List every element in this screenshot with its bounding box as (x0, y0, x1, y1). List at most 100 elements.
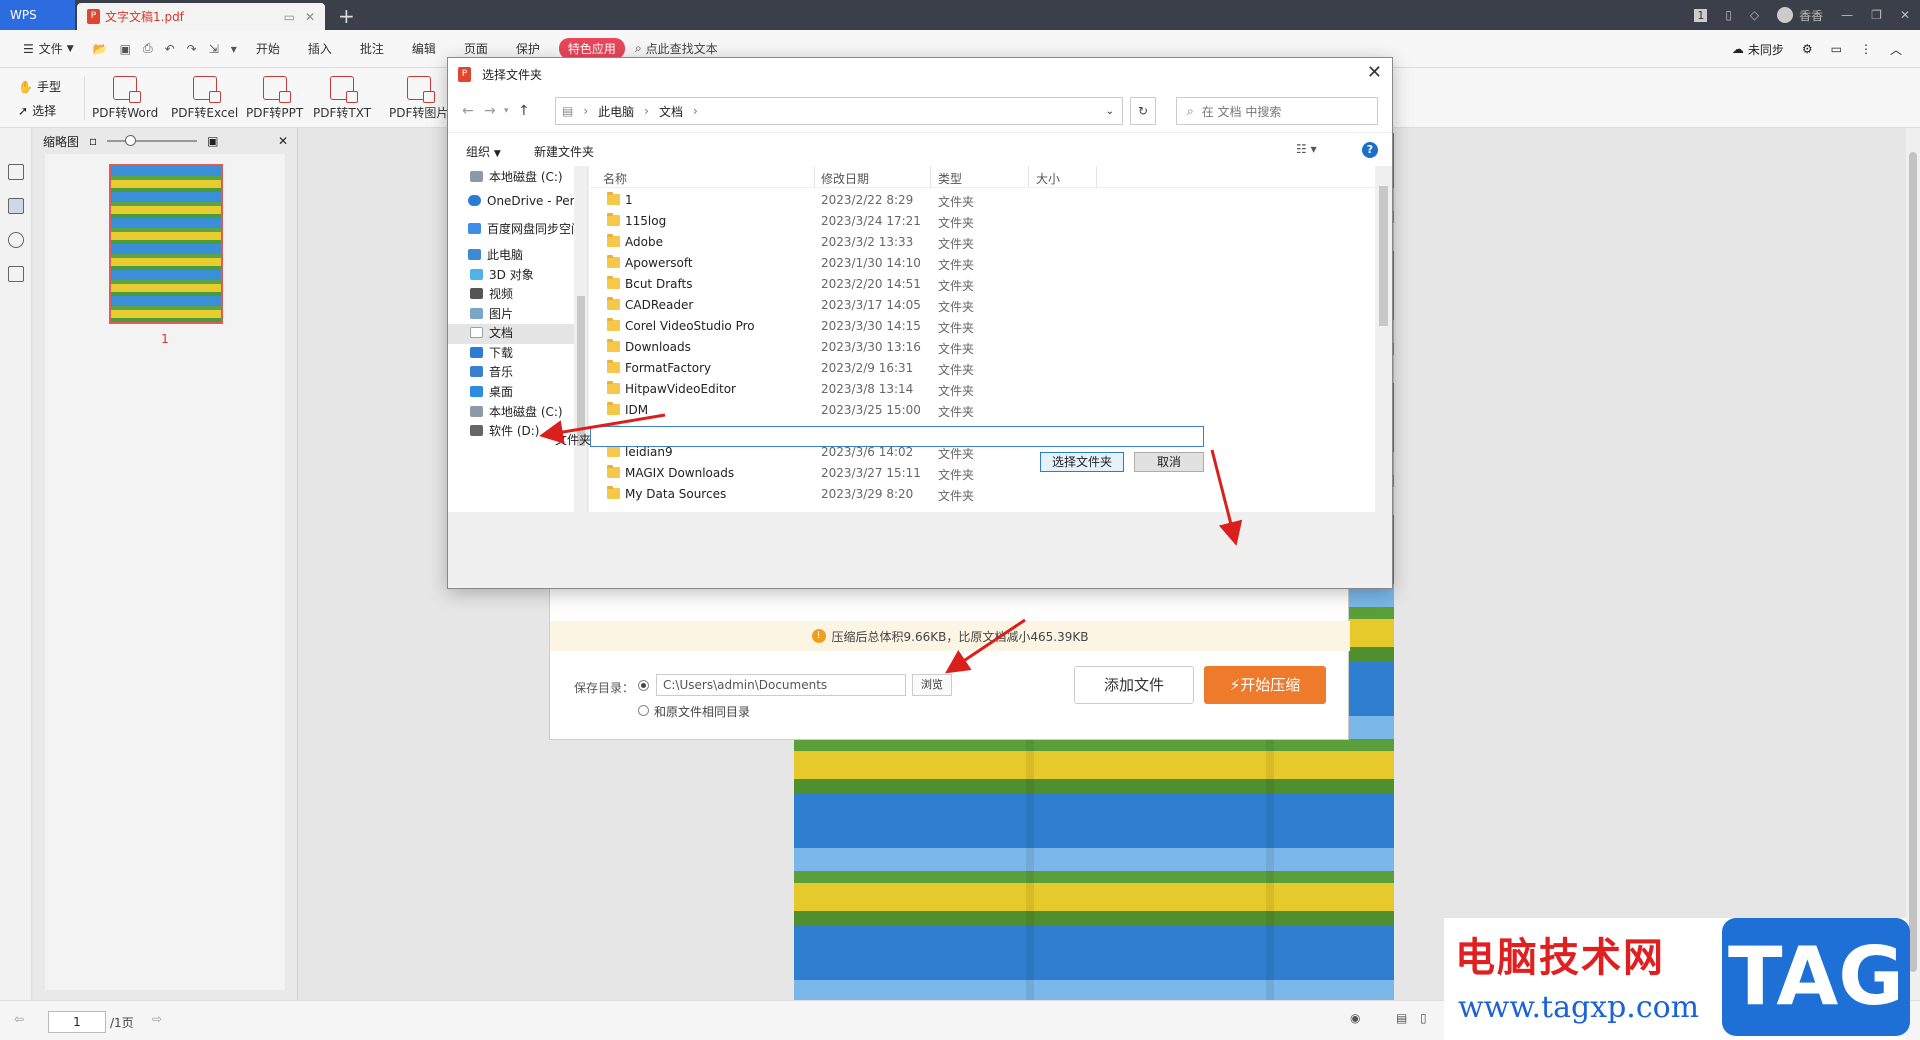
comment-icon[interactable]: ▭ (1831, 42, 1842, 56)
new-tab-button[interactable]: + (338, 4, 355, 28)
wps-home-tab[interactable]: WPS (0, 0, 75, 30)
document-tab[interactable]: P 文字文稿1.pdf ▭ ✕ (77, 3, 325, 30)
browse-button[interactable]: 浏览 (912, 674, 952, 696)
nav-item-local-disk-c[interactable]: 本地磁盘 (C:) (448, 168, 574, 188)
file-row[interactable]: Apowersoft 2023/1/30 14:10 文件夹 (589, 255, 1375, 272)
save-dir-radio[interactable] (638, 680, 649, 691)
file-list-scrollbar[interactable] (1375, 166, 1392, 512)
single-page-icon[interactable]: ▯ (1420, 1011, 1427, 1025)
column-divider[interactable] (814, 166, 815, 188)
collapse-ribbon-icon[interactable]: ︿ (1890, 41, 1902, 58)
menu-special-apps[interactable]: 特色应用 (558, 38, 625, 59)
zoom-in-icon[interactable]: ▣ (207, 134, 218, 148)
window-layout-icon[interactable]: ▯ (1725, 8, 1732, 22)
column-size[interactable]: 大小 (1036, 170, 1060, 187)
zoom-slider[interactable] (107, 135, 198, 146)
file-row[interactable]: 1 2023/2/22 8:29 文件夹 (589, 192, 1375, 209)
file-row[interactable]: IDM 2023/3/25 15:00 文件夹 (589, 402, 1375, 419)
pdf-to-txt-button[interactable]: PDF转TXT (313, 76, 371, 121)
zoom-slider-handle[interactable] (125, 135, 137, 146)
select-folder-button[interactable]: 选择文件夹 (1040, 452, 1124, 472)
nav-item-downloads[interactable]: 下载 (448, 344, 574, 364)
nav-item-local-disk-c-2[interactable]: 本地磁盘 (C:) (448, 403, 574, 423)
nav-item-3d-objects[interactable]: 3D 对象 (448, 266, 574, 286)
document-scrollbar-thumb[interactable] (1909, 152, 1917, 972)
document-scrollbar[interactable] (1906, 128, 1920, 1000)
thumbnail-icon[interactable] (8, 198, 24, 214)
print-icon[interactable]: ⎙ (143, 41, 153, 56)
nav-item-documents[interactable]: 文档 (448, 324, 574, 344)
back-arrow-icon[interactable]: ← (462, 103, 474, 119)
column-divider[interactable] (1096, 166, 1097, 188)
help-icon[interactable]: ? (1362, 142, 1378, 158)
dialog-close-icon[interactable]: ✕ (1367, 62, 1382, 83)
organize-button[interactable]: 组织 ▼ (466, 143, 501, 160)
file-row[interactable]: MAGIX Downloads 2023/3/27 15:11 文件夹 (589, 465, 1375, 482)
add-file-button[interactable]: 添加文件 (1074, 666, 1194, 704)
nav-pane-scrollbar[interactable] (574, 166, 587, 512)
file-row[interactable]: HitpawVideoEditor 2023/3/8 13:14 文件夹 (589, 381, 1375, 398)
folder-search-input[interactable]: ⌕ 在 文档 中搜索 (1176, 97, 1378, 125)
bookmark-icon[interactable] (8, 232, 24, 248)
file-row[interactable]: Corel VideoStudio Pro 2023/3/30 14:15 文件夹 (589, 318, 1375, 335)
eye-icon[interactable]: ◉ (1350, 1011, 1360, 1025)
menu-page[interactable]: 页面 (455, 40, 497, 57)
skin-icon[interactable]: ◇ (1750, 8, 1759, 22)
nav-item-videos[interactable]: 视频 (448, 285, 574, 305)
menu-insert[interactable]: 插入 (299, 40, 341, 57)
new-folder-button[interactable]: 新建文件夹 (534, 143, 594, 160)
column-divider[interactable] (930, 166, 931, 188)
nav-item-baidu[interactable]: 百度网盘同步空间 (448, 220, 574, 240)
pdf-to-excel-button[interactable]: PDF转Excel (171, 76, 238, 121)
file-row[interactable]: CADReader 2023/3/17 14:05 文件夹 (589, 297, 1375, 314)
hand-tool[interactable]: ✋ 手型 (18, 78, 61, 95)
zoom-out-icon[interactable]: ▫ (89, 134, 97, 148)
file-row[interactable]: Downloads 2023/3/30 13:16 文件夹 (589, 339, 1375, 356)
sync-status[interactable]: ☁ 未同步 (1732, 41, 1784, 58)
redo-icon[interactable]: ↷ (187, 42, 197, 56)
cancel-button[interactable]: 取消 (1134, 452, 1204, 472)
file-row[interactable]: Bcut Drafts 2023/2/20 14:51 文件夹 (589, 276, 1375, 293)
open-icon[interactable]: 📂 (93, 42, 108, 56)
folder-name-input[interactable] (590, 426, 1204, 447)
export-icon[interactable]: ⇲ (209, 42, 219, 56)
minimize-icon[interactable]: — (1841, 8, 1853, 22)
file-row[interactable]: My Data Sources 2023/3/29 8:20 文件夹 (589, 486, 1375, 503)
breadcrumb-this-pc[interactable]: 此电脑 (598, 103, 634, 120)
file-row[interactable]: 115log 2023/3/24 17:21 文件夹 (589, 213, 1375, 230)
menu-start[interactable]: 开始 (247, 40, 289, 57)
find-text[interactable]: ⌕ 点此查找文本 (635, 40, 718, 57)
view-options-icon[interactable]: ☷ ▾ (1296, 142, 1317, 156)
file-menu[interactable]: ☰ 文件 ▼ (14, 40, 83, 57)
pdf-to-image-button[interactable]: PDF转图片 (389, 76, 448, 121)
page-thumbnail[interactable] (109, 164, 223, 324)
nav-item-desktop[interactable]: 桌面 (448, 383, 574, 403)
pdf-to-ppt-button[interactable]: PDF转PPT (246, 76, 303, 121)
avatar[interactable] (1777, 7, 1794, 23)
column-name[interactable]: 名称 (603, 170, 627, 187)
breadcrumb-documents[interactable]: 文档 (659, 103, 683, 120)
up-arrow-icon[interactable]: ↑ (518, 103, 530, 119)
recent-locations-icon[interactable]: ▾ (504, 106, 509, 116)
nav-item-music[interactable]: 音乐 (448, 363, 574, 383)
pdf-to-word-button[interactable]: PDF转Word (92, 76, 158, 121)
tab-close-icon[interactable]: ✕ (305, 10, 315, 24)
file-list-scrollbar-thumb[interactable] (1379, 186, 1388, 326)
signature-icon[interactable] (8, 266, 24, 282)
restore-icon[interactable]: ❐ (1871, 8, 1882, 22)
menu-protect[interactable]: 保护 (507, 40, 549, 57)
menu-edit[interactable]: 编辑 (403, 40, 445, 57)
save-path-input[interactable]: C:\Users\admin\Documents (656, 674, 906, 696)
prev-page-icon[interactable]: ⇦ (14, 1012, 24, 1026)
file-row[interactable]: Adobe 2023/3/2 13:33 文件夹 (589, 234, 1375, 251)
start-compress-button[interactable]: ⚡开始压缩 (1204, 666, 1326, 704)
more-icon[interactable]: ▾ (231, 42, 237, 56)
nav-item-pictures[interactable]: 图片 (448, 305, 574, 325)
refresh-icon[interactable]: ↻ (1130, 97, 1156, 125)
same-dir-radio[interactable] (638, 705, 649, 716)
undo-icon[interactable]: ↶ (165, 42, 175, 56)
address-bar[interactable]: ▤ › 此电脑 › 文档 › ⌄ (555, 97, 1123, 125)
forward-arrow-icon[interactable]: → (484, 103, 496, 119)
settings-icon[interactable]: ⚙ (1802, 42, 1813, 56)
close-window-icon[interactable]: ✕ (1900, 8, 1910, 22)
